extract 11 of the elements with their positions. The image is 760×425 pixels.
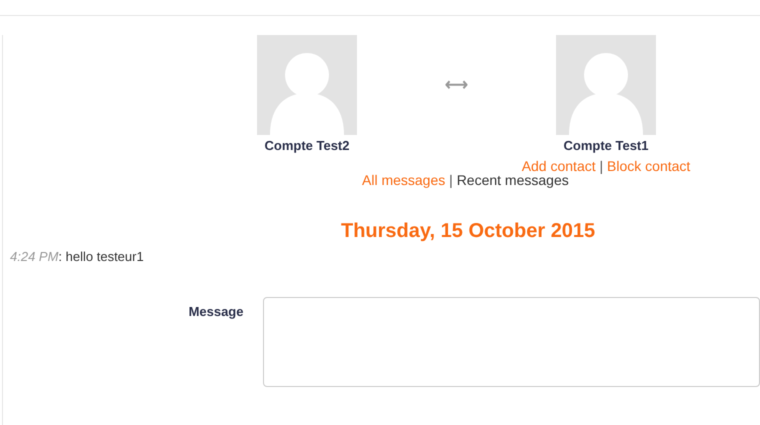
message-text: : hello testeur1 xyxy=(58,249,144,264)
message-time: 4:24 PM xyxy=(10,249,58,264)
profile-name[interactable]: Compte Test2 xyxy=(264,138,350,154)
field-label: Message xyxy=(188,303,244,321)
date-heading: Thursday, 15 October 2015 xyxy=(341,219,596,243)
view-link[interactable]: Recent messages xyxy=(456,172,569,188)
swap-icon: ⟷ xyxy=(407,75,506,95)
message-field[interactable] xyxy=(263,297,760,387)
separator: | xyxy=(449,172,453,188)
profile-name[interactable]: Compte Test1 xyxy=(564,138,648,154)
separator: | xyxy=(600,158,604,174)
